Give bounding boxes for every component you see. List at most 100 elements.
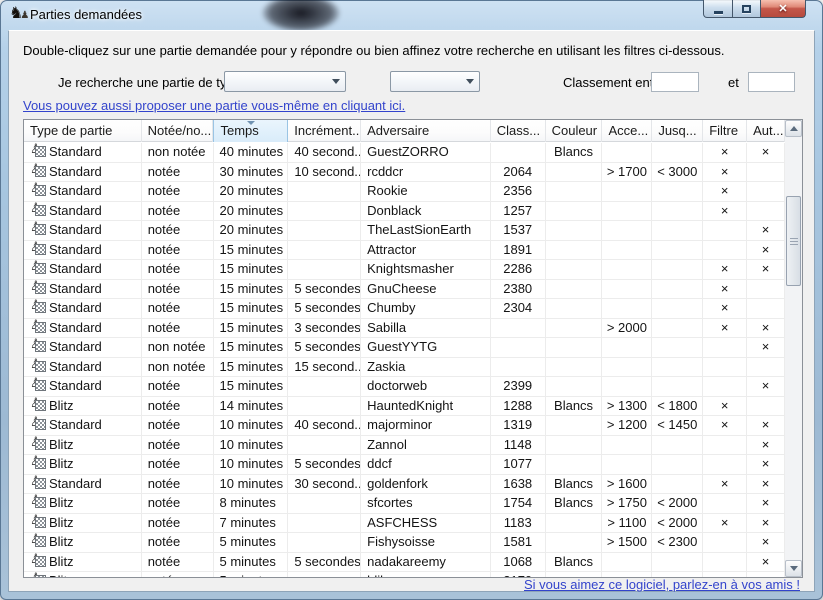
vertical-scrollbar[interactable] (785, 120, 802, 577)
cell-col2: 15 minutes (214, 338, 289, 358)
chess-pawn-board-icon (30, 515, 47, 529)
table-row[interactable]: Blitznotée10 minutesZannol1148× (24, 436, 785, 456)
cell-col4: Attractor (361, 241, 491, 261)
table-row[interactable]: Standardnotée15 minutesAttractor1891× (24, 241, 785, 261)
scrollbar-thumb[interactable] (786, 196, 801, 286)
rating-min-input[interactable] (651, 72, 699, 92)
cell-col4: Donblack (361, 202, 491, 222)
cell-col3: 5 secondes (288, 455, 361, 475)
cell-col5: 2399 (491, 377, 546, 397)
minimize-button[interactable] (703, 0, 733, 18)
close-icon: ✕ (778, 2, 787, 15)
scroll-up-button[interactable] (785, 120, 802, 137)
table-row[interactable]: Standardnotée15 minutesKnightsmasher2286… (24, 260, 785, 280)
table-row[interactable]: Standardnotée15 minutes5 secondesChumby2… (24, 299, 785, 319)
cell-col4: goldenfork (361, 475, 491, 495)
cell-col0: Standard (24, 299, 142, 319)
cell-col2: 20 minutes (214, 182, 289, 202)
column-header-2[interactable]: Temps (213, 120, 288, 142)
maximize-button[interactable] (732, 0, 761, 18)
table-row[interactable]: Blitznotée5 minutes5 secondesnadakareemy… (24, 553, 785, 573)
table-row[interactable]: Blitznotée14 minutesHauntedKnight1288Bla… (24, 397, 785, 417)
chess-pawn-board-icon (30, 339, 47, 353)
column-header-5[interactable]: Class... (491, 120, 546, 142)
desktop-artifact (262, 0, 340, 30)
cell-col10 (747, 202, 785, 222)
cell-col6 (546, 455, 603, 475)
grip-icon (790, 238, 798, 239)
cell-col0: Blitz (24, 553, 142, 573)
cell-col3: 5 secondes (288, 280, 361, 300)
cell-col3: 3 secondes (288, 319, 361, 339)
table-row[interactable]: Standardnotée30 minutes10 second...rcddc… (24, 163, 785, 183)
column-header-0[interactable]: Type de partie (24, 120, 142, 142)
column-header-7[interactable]: Acce... (602, 120, 652, 142)
game-type-select[interactable] (224, 71, 346, 92)
scroll-down-button[interactable] (785, 560, 802, 577)
table-row[interactable]: Blitznotée5 minutesFishysoisse1581> 1500… (24, 533, 785, 553)
column-header-10[interactable]: Aut... (747, 120, 785, 142)
cell-col4: Zannol (361, 436, 491, 456)
rating-max-input[interactable] (748, 72, 795, 92)
cell-col9: × (703, 397, 747, 417)
table-row[interactable]: Standardnon notée40 minutes40 second...G… (24, 143, 785, 163)
cell-col8 (652, 358, 703, 378)
cell-col8 (652, 338, 703, 358)
cell-col5: 1638 (491, 475, 546, 495)
cell-col8 (652, 241, 703, 261)
titlebar[interactable]: ♞♟ Parties demandées (0, 0, 823, 30)
propose-game-link[interactable]: Vous pouvez aussi proposer une partie vo… (23, 98, 405, 113)
table-row[interactable]: Standardnon notée15 minutes15 second...Z… (24, 358, 785, 378)
table-row[interactable]: Standardnotée10 minutes40 second...major… (24, 416, 785, 436)
table-row[interactable]: Standardnotée20 minutesDonblack1257× (24, 202, 785, 222)
cell-col9: × (703, 163, 747, 183)
cell-col8 (652, 299, 703, 319)
cell-col1: notée (142, 397, 214, 417)
cell-col0: Standard (24, 143, 142, 163)
chess-pawn-board-icon (30, 261, 47, 275)
column-header-3[interactable]: Incrément... (288, 120, 361, 142)
column-header-6[interactable]: Couleur (546, 120, 603, 142)
cell-col0: Standard (24, 202, 142, 222)
table-row[interactable]: Blitznotée10 minutes5 secondesddcf1077× (24, 455, 785, 475)
cell-col7 (602, 377, 652, 397)
column-header-1[interactable]: Notée/no... (142, 120, 214, 142)
cell-col1: notée (142, 475, 214, 495)
cell-col5: 2304 (491, 299, 546, 319)
cell-col7: > 1100 (602, 514, 652, 534)
cell-col5: 1319 (491, 416, 546, 436)
column-header-9[interactable]: Filtre (703, 120, 747, 142)
cell-col2: 15 minutes (214, 377, 289, 397)
column-header-4[interactable]: Adversaire (361, 120, 491, 142)
cell-col6 (546, 358, 603, 378)
cell-col3 (288, 377, 361, 397)
chess-pawn-board-icon (30, 417, 47, 431)
rating-range-label: Classement entre (563, 75, 665, 90)
share-with-friends-link[interactable]: Si vous aimez ce logiciel, parlez-en à v… (524, 577, 800, 592)
cell-col3: 5 secondes (288, 553, 361, 573)
cell-col9: × (703, 202, 747, 222)
table-row[interactable]: Standardnotée15 minutesdoctorweb2399× (24, 377, 785, 397)
desktop-background: ♞♟ Parties demandées ✕ Double-cliquez su… (0, 0, 823, 600)
table-row[interactable]: Blitznotée7 minutesASFCHESS1183> 1100< 2… (24, 514, 785, 534)
game-subtype-select[interactable] (390, 71, 480, 92)
table-row[interactable]: Standardnotée10 minutes30 second...golde… (24, 475, 785, 495)
cell-col2: 15 minutes (214, 241, 289, 261)
cell-col3 (288, 494, 361, 514)
cell-col9: × (703, 182, 747, 202)
cell-col3 (288, 182, 361, 202)
table-row[interactable]: Standardnotée15 minutes3 secondesSabilla… (24, 319, 785, 339)
cell-col2: 30 minutes (214, 163, 289, 183)
table-row[interactable]: Standardnotée20 minutesTheLastSionEarth1… (24, 221, 785, 241)
table-row[interactable]: Standardnotée20 minutesRookie2356× (24, 182, 785, 202)
table-row[interactable]: Standardnotée15 minutes5 secondesGnuChee… (24, 280, 785, 300)
close-button[interactable]: ✕ (760, 0, 806, 18)
table-row[interactable]: Standardnon notée15 minutes5 secondesGue… (24, 338, 785, 358)
table-row[interactable]: Blitznotée8 minutessfcortes1754Blancs> 1… (24, 494, 785, 514)
cell-col10: × (747, 319, 785, 339)
cell-col6 (546, 319, 603, 339)
column-header-8[interactable]: Jusq... (652, 120, 703, 142)
cell-col8: < 2300 (652, 533, 703, 553)
cell-col8 (652, 455, 703, 475)
cell-col4: nadakareemy (361, 553, 491, 573)
